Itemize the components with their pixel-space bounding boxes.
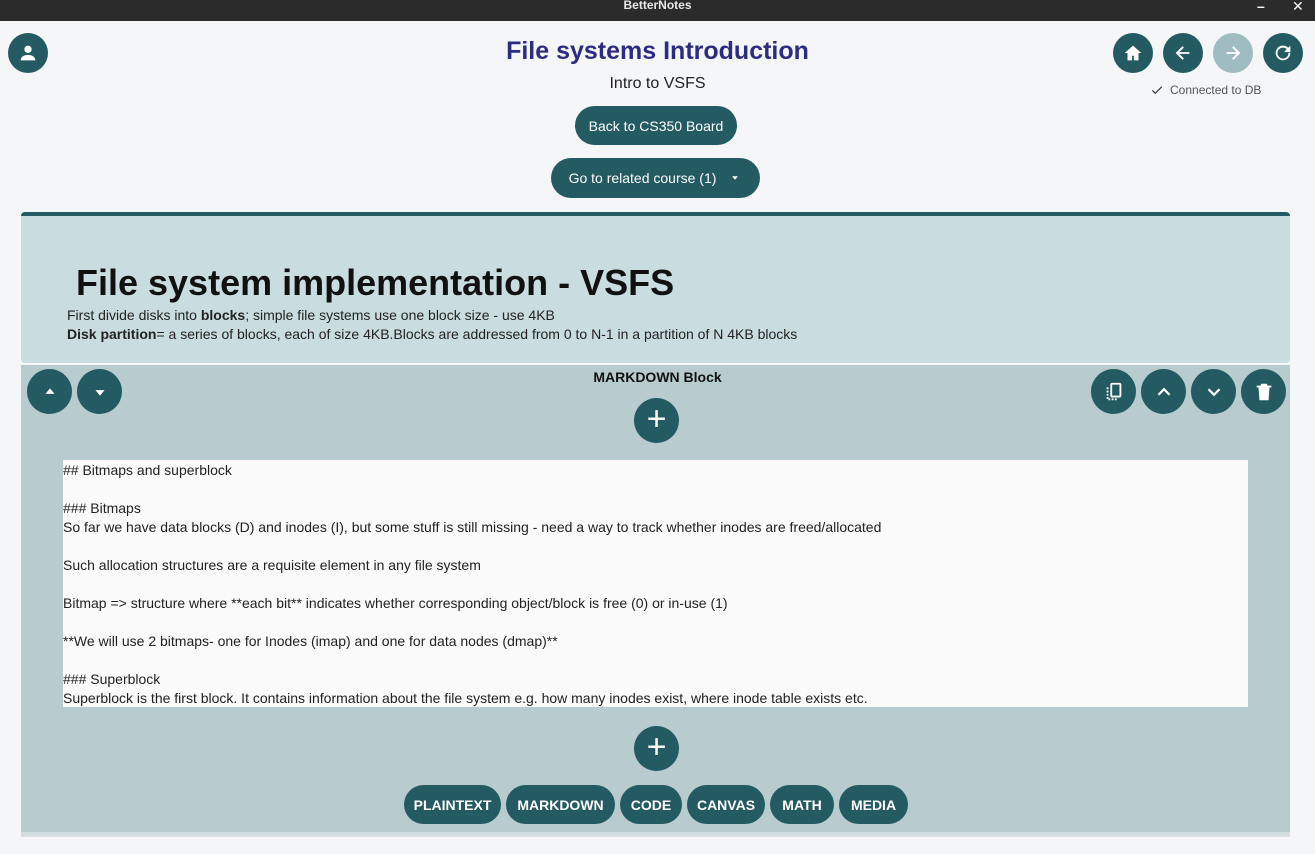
trash-icon [1256,383,1271,400]
add-block-below-button[interactable]: + [634,726,679,771]
check-icon [1151,86,1163,95]
add-markdown-button[interactable]: MARKDOWN [506,785,615,824]
editor-line: **We will use 2 bitmaps- one for Inodes … [63,633,558,649]
add-media-button[interactable]: MEDIA [839,785,908,824]
editor-line: Bitmap => structure where **each bit** i… [63,595,728,611]
add-math-button[interactable]: MATH [770,785,834,824]
caret-down-icon [732,176,739,180]
block-paragraph-2: Disk partition= a series of blocks, each… [67,326,798,342]
forward-button[interactable] [1213,33,1253,73]
home-icon [1124,45,1142,61]
add-canvas-button[interactable]: CANVAS [687,785,765,824]
chevron-down-icon [1207,387,1220,396]
block-paragraph-1: First divide disks into blocks; simple f… [67,307,555,323]
collapse-down-button[interactable] [1191,369,1236,414]
db-status-text: Connected to DB [1170,83,1262,97]
editor-line: Superblock is the first block. It contai… [63,690,868,706]
page-subtitle: Intro to VSFS [609,75,706,92]
related-course-label: Go to related course (1) [568,170,717,186]
back-button[interactable] [1163,33,1203,73]
chevron-up-icon [1157,387,1170,396]
add-block-above-button[interactable]: + [634,398,679,443]
db-status: Connected to DB [1150,83,1261,97]
back-to-board-button[interactable]: Back to CS350 Board [575,106,737,145]
window-titlebar: BetterNotes – ✕ [0,0,1315,21]
editor-line: ### Bitmaps [63,500,141,516]
refresh-icon [1275,45,1291,61]
markdown-editor[interactable]: ## Bitmaps and superblock ### Bitmaps So… [63,460,1248,707]
editor-line: ## Bitmaps and superblock [63,462,232,478]
close-button[interactable]: ✕ [1292,0,1304,15]
next-block-edge [21,835,1290,837]
related-course-dropdown[interactable]: Go to related course (1) [551,158,760,198]
home-button[interactable] [1113,33,1153,73]
add-plaintext-button[interactable]: PLAINTEXT [404,785,501,824]
block-heading: File system implementation - VSFS [76,262,675,303]
editor-line: Such allocation structures are a requisi… [63,557,481,573]
duplicate-block-button[interactable] [1091,369,1136,414]
delete-block-button[interactable] [1241,369,1286,414]
add-code-button[interactable]: CODE [620,785,682,824]
window-title: BetterNotes [623,0,692,12]
arrow-left-icon [1175,46,1190,60]
collapse-up-button[interactable] [1141,369,1186,414]
copy-icon [1106,382,1121,400]
minimize-button[interactable]: – [1257,0,1265,14]
editor-line: ### Superblock [63,671,161,687]
arrow-right-icon [1226,46,1241,60]
refresh-button[interactable] [1263,33,1303,73]
editor-line: So far we have data blocks (D) and inode… [63,519,882,535]
